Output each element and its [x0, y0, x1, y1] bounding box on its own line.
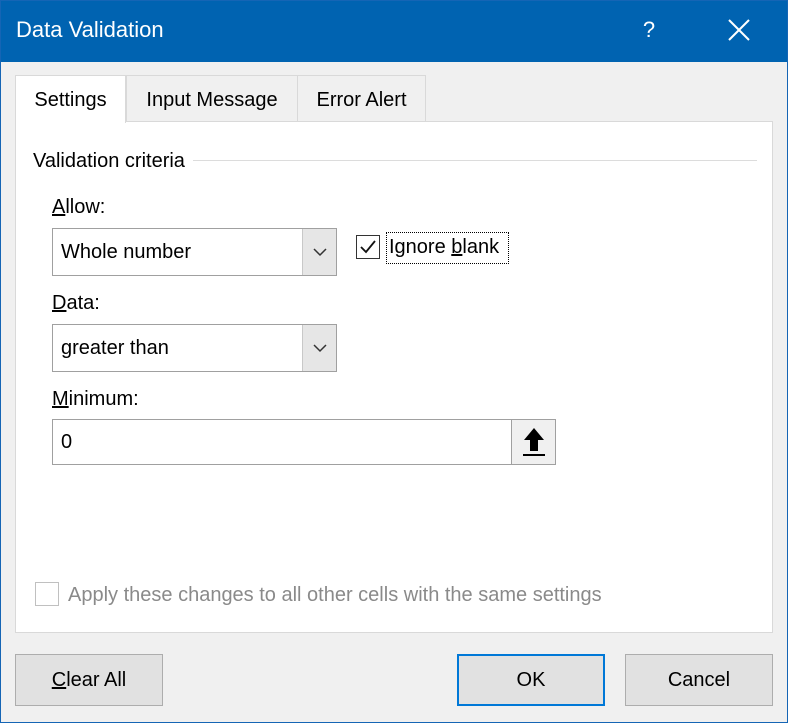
data-label: Data:	[52, 292, 100, 315]
minimum-label-mnemonic: M	[52, 388, 69, 410]
ok-label: OK	[516, 669, 546, 691]
cancel-label: Cancel	[667, 669, 731, 691]
allow-dropdown[interactable]: Whole number	[52, 228, 337, 276]
allow-dropdown-button[interactable]	[302, 229, 336, 275]
tab-strip: Settings Input Message Error Alert	[15, 75, 775, 123]
close-button[interactable]	[716, 13, 760, 49]
help-icon: ?	[642, 17, 656, 42]
ignore-blank-label-pre: Ignore	[389, 236, 452, 258]
minimum-label-rest: inimum:	[68, 388, 139, 410]
title-bar: Data Validation ?	[1, 1, 787, 62]
apply-all-label: Apply these changes to all other cells w…	[68, 584, 602, 606]
allow-dropdown-value: Whole number	[61, 241, 192, 263]
arrow-up-icon	[523, 428, 545, 456]
clear-all-button[interactable]: Clear All	[15, 654, 163, 706]
ignore-blank-label-mnemonic: b	[451, 236, 463, 258]
help-button[interactable]: ?	[629, 1, 669, 62]
allow-label-rest: llow:	[65, 196, 106, 218]
data-dropdown-button[interactable]	[302, 325, 336, 371]
ignore-blank-label[interactable]: Ignore blank	[389, 236, 499, 259]
validation-criteria-label: Validation criteria	[33, 150, 193, 173]
clear-all-label: lear All	[66, 669, 127, 691]
window-title: Data Validation	[16, 17, 164, 42]
ignore-blank-label-post: lank	[462, 236, 500, 258]
data-label-mnemonic: D	[52, 292, 67, 314]
data-label-rest: ata:	[66, 292, 100, 314]
minimum-label: Minimum:	[52, 388, 139, 411]
tab-settings-label: Settings	[34, 89, 107, 111]
settings-panel: Validation criteria Allow: Whole number …	[15, 121, 773, 633]
data-validation-dialog: Data Validation ? Settings Input Message…	[0, 0, 788, 723]
chevron-down-icon	[313, 344, 327, 353]
clear-all-mnemonic: C	[51, 669, 67, 691]
checkmark-icon	[360, 240, 376, 254]
tab-error-alert-label: Error Alert	[316, 89, 407, 111]
ok-button[interactable]: OK	[457, 654, 605, 706]
minimum-input-value: 0	[61, 431, 73, 453]
tab-input-message[interactable]: Input Message	[126, 75, 298, 121]
cancel-button[interactable]: Cancel	[625, 654, 773, 706]
data-dropdown-value: greater than	[61, 337, 169, 359]
range-collapse-button[interactable]	[511, 420, 555, 464]
close-icon	[728, 19, 750, 41]
tab-settings[interactable]: Settings	[15, 75, 126, 123]
ignore-blank-checkbox[interactable]	[356, 235, 380, 259]
tab-input-message-label: Input Message	[146, 89, 278, 111]
data-dropdown[interactable]: greater than	[52, 324, 337, 372]
tab-error-alert[interactable]: Error Alert	[297, 75, 426, 121]
minimum-input[interactable]: 0	[52, 419, 556, 465]
allow-label: Allow:	[52, 196, 105, 219]
apply-all-checkbox[interactable]	[35, 582, 59, 606]
allow-label-mnemonic: A	[52, 196, 66, 218]
chevron-down-icon	[313, 248, 327, 257]
